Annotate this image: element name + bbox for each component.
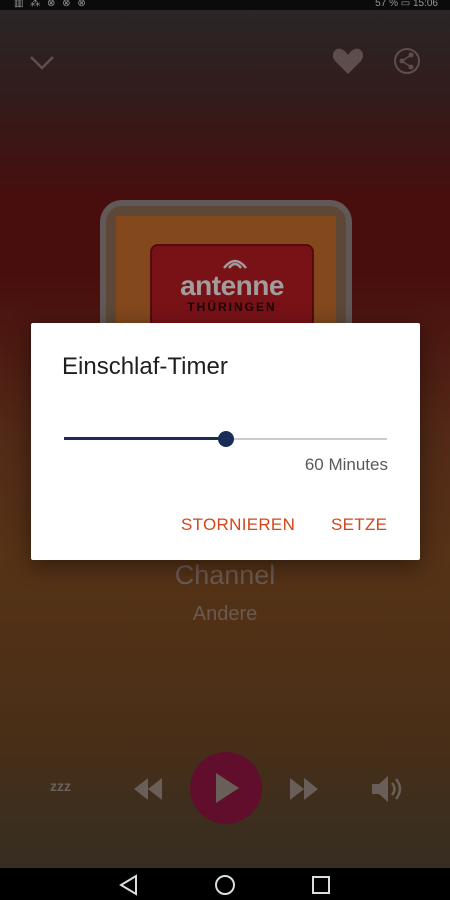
nav-back-icon[interactable] (118, 874, 140, 896)
nav-recent-icon[interactable] (310, 874, 332, 896)
timer-slider[interactable] (64, 427, 387, 451)
slider-fill (64, 437, 226, 440)
slider-value-label: 60 Minutes (304, 455, 388, 474)
nav-home-icon[interactable] (214, 874, 236, 896)
player-screen: ▥ ⁂ ⊗ ⊗ ⊗ 57 % ▭ 15:06 antenne THÜRINGEN… (0, 0, 450, 900)
slider-thumb[interactable] (217, 431, 234, 447)
sleep-timer-dialog: Einschlaf-Timer 60 Minutes STORNIEREN SE… (31, 323, 420, 560)
dialog-title: Einschlaf-Timer (62, 353, 228, 380)
navigation-bar (0, 868, 450, 900)
cancel-button[interactable]: STORNIEREN (181, 515, 295, 535)
set-button[interactable]: SETZE (331, 515, 387, 535)
